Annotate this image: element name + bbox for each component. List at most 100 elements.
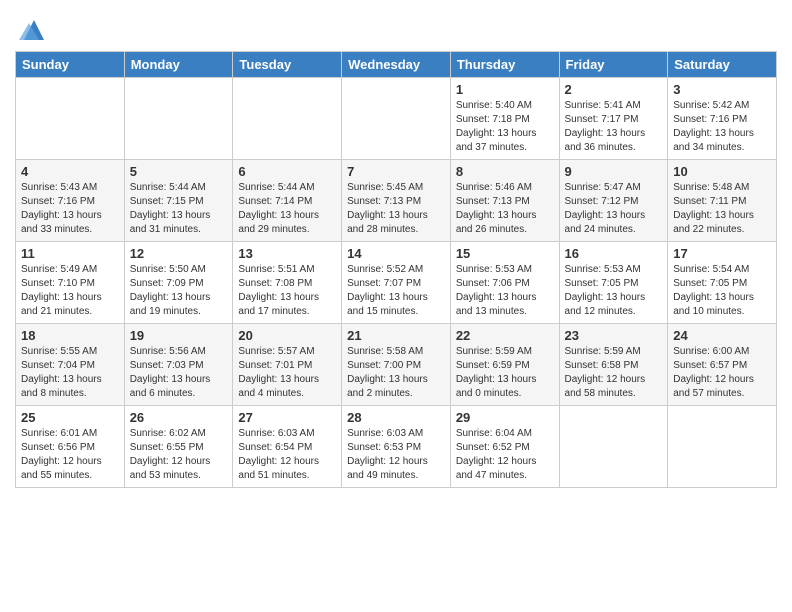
day-number: 27 (238, 410, 336, 425)
day-info: Sunrise: 5:53 AMSunset: 7:06 PMDaylight:… (456, 263, 554, 319)
day-info: Sunrise: 5:51 AMSunset: 7:08 PMDaylight:… (238, 263, 336, 319)
day-number: 4 (21, 164, 119, 179)
day-cell: 16 Sunrise: 5:53 AMSunset: 7:05 PMDayligh… (559, 242, 668, 324)
day-cell: 11 Sunrise: 5:49 AMSunset: 7:10 PMDayligh… (16, 242, 125, 324)
day-info: Sunrise: 5:56 AMSunset: 7:03 PMDaylight:… (130, 345, 228, 401)
day-info: Sunrise: 5:58 AMSunset: 7:00 PMDaylight:… (347, 345, 445, 401)
day-number: 13 (238, 246, 336, 261)
calendar: SundayMondayTuesdayWednesdayThursdayFrid… (15, 51, 777, 488)
day-number: 10 (673, 164, 771, 179)
day-cell: 26 Sunrise: 6:02 AMSunset: 6:55 PMDayligh… (124, 406, 233, 488)
day-number: 12 (130, 246, 228, 261)
day-cell: 19 Sunrise: 5:56 AMSunset: 7:03 PMDayligh… (124, 324, 233, 406)
day-info: Sunrise: 5:48 AMSunset: 7:11 PMDaylight:… (673, 181, 771, 237)
day-info: Sunrise: 5:44 AMSunset: 7:14 PMDaylight:… (238, 181, 336, 237)
day-cell: 20Sunrise: 5:57 AMSunset: 7:01 PMDayligh… (233, 324, 342, 406)
col-header-tuesday: Tuesday (233, 52, 342, 78)
col-header-monday: Monday (124, 52, 233, 78)
day-number: 1 (456, 82, 554, 97)
day-cell: 21 Sunrise: 5:58 AMSunset: 7:00 PMDayligh… (342, 324, 451, 406)
day-info: Sunrise: 5:49 AMSunset: 7:10 PMDaylight:… (21, 263, 119, 319)
day-cell: 9 Sunrise: 5:47 AMSunset: 7:12 PMDaylight… (559, 160, 668, 242)
day-cell (559, 406, 668, 488)
day-number: 11 (21, 246, 119, 261)
day-number: 5 (130, 164, 228, 179)
week-row-3: 11 Sunrise: 5:49 AMSunset: 7:10 PMDayligh… (16, 242, 777, 324)
day-cell: 10 Sunrise: 5:48 AMSunset: 7:11 PMDayligh… (668, 160, 777, 242)
page: SundayMondayTuesdayWednesdayThursdayFrid… (0, 0, 792, 498)
col-header-wednesday: Wednesday (342, 52, 451, 78)
day-cell: 8Sunrise: 5:46 AMSunset: 7:13 PMDaylight… (450, 160, 559, 242)
day-number: 16 (565, 246, 663, 261)
day-info: Sunrise: 5:45 AMSunset: 7:13 PMDaylight:… (347, 181, 445, 237)
day-info: Sunrise: 5:55 AMSunset: 7:04 PMDaylight:… (21, 345, 119, 401)
col-header-saturday: Saturday (668, 52, 777, 78)
header-row: SundayMondayTuesdayWednesdayThursdayFrid… (16, 52, 777, 78)
day-cell: 28Sunrise: 6:03 AMSunset: 6:53 PMDayligh… (342, 406, 451, 488)
day-info: Sunrise: 5:50 AMSunset: 7:09 PMDaylight:… (130, 263, 228, 319)
day-cell (124, 78, 233, 160)
day-cell (668, 406, 777, 488)
week-row-5: 25 Sunrise: 6:01 AMSunset: 6:56 PMDayligh… (16, 406, 777, 488)
day-cell: 18 Sunrise: 5:55 AMSunset: 7:04 PMDayligh… (16, 324, 125, 406)
day-number: 19 (130, 328, 228, 343)
day-cell: 1 Sunrise: 5:40 AMSunset: 7:18 PMDaylight… (450, 78, 559, 160)
day-number: 24 (673, 328, 771, 343)
day-number: 3 (673, 82, 771, 97)
day-number: 2 (565, 82, 663, 97)
day-cell: 15 Sunrise: 5:53 AMSunset: 7:06 PMDayligh… (450, 242, 559, 324)
day-info: Sunrise: 6:02 AMSunset: 6:55 PMDaylight:… (130, 427, 228, 483)
day-cell: 23 Sunrise: 5:59 AMSunset: 6:58 PMDayligh… (559, 324, 668, 406)
day-number: 9 (565, 164, 663, 179)
day-info: Sunrise: 6:03 AMSunset: 6:54 PMDaylight:… (238, 427, 336, 483)
header (15, 10, 777, 45)
day-number: 23 (565, 328, 663, 343)
day-info: Sunrise: 5:44 AMSunset: 7:15 PMDaylight:… (130, 181, 228, 237)
logo-icon (19, 15, 49, 45)
week-row-4: 18 Sunrise: 5:55 AMSunset: 7:04 PMDayligh… (16, 324, 777, 406)
day-info: Sunrise: 5:41 AMSunset: 7:17 PMDaylight:… (565, 99, 663, 155)
col-header-friday: Friday (559, 52, 668, 78)
day-info: Sunrise: 5:57 AMSunset: 7:01 PMDaylight:… (238, 345, 336, 401)
day-cell (342, 78, 451, 160)
day-info: Sunrise: 5:59 AMSunset: 6:59 PMDaylight:… (456, 345, 554, 401)
week-row-1: 1 Sunrise: 5:40 AMSunset: 7:18 PMDaylight… (16, 78, 777, 160)
day-number: 18 (21, 328, 119, 343)
day-info: Sunrise: 5:42 AMSunset: 7:16 PMDaylight:… (673, 99, 771, 155)
day-cell (233, 78, 342, 160)
day-number: 7 (347, 164, 445, 179)
day-cell: 14 Sunrise: 5:52 AMSunset: 7:07 PMDayligh… (342, 242, 451, 324)
day-info: Sunrise: 5:54 AMSunset: 7:05 PMDaylight:… (673, 263, 771, 319)
day-cell: 22 Sunrise: 5:59 AMSunset: 6:59 PMDayligh… (450, 324, 559, 406)
day-info: Sunrise: 5:47 AMSunset: 7:12 PMDaylight:… (565, 181, 663, 237)
day-number: 17 (673, 246, 771, 261)
day-cell: 29Sunrise: 6:04 AMSunset: 6:52 PMDayligh… (450, 406, 559, 488)
day-info: Sunrise: 5:52 AMSunset: 7:07 PMDaylight:… (347, 263, 445, 319)
day-cell: 25 Sunrise: 6:01 AMSunset: 6:56 PMDayligh… (16, 406, 125, 488)
day-info: Sunrise: 5:40 AMSunset: 7:18 PMDaylight:… (456, 99, 554, 155)
day-number: 21 (347, 328, 445, 343)
day-info: Sunrise: 5:59 AMSunset: 6:58 PMDaylight:… (565, 345, 663, 401)
day-number: 15 (456, 246, 554, 261)
day-info: Sunrise: 5:43 AMSunset: 7:16 PMDaylight:… (21, 181, 119, 237)
day-cell: 24 Sunrise: 6:00 AMSunset: 6:57 PMDayligh… (668, 324, 777, 406)
day-number: 14 (347, 246, 445, 261)
day-cell: 4 Sunrise: 5:43 AMSunset: 7:16 PMDaylight… (16, 160, 125, 242)
day-info: Sunrise: 6:04 AMSunset: 6:52 PMDaylight:… (456, 427, 554, 483)
day-cell: 7 Sunrise: 5:45 AMSunset: 7:13 PMDaylight… (342, 160, 451, 242)
day-info: Sunrise: 6:01 AMSunset: 6:56 PMDaylight:… (21, 427, 119, 483)
day-info: Sunrise: 5:53 AMSunset: 7:05 PMDaylight:… (565, 263, 663, 319)
col-header-sunday: Sunday (16, 52, 125, 78)
day-cell: 13 Sunrise: 5:51 AMSunset: 7:08 PMDayligh… (233, 242, 342, 324)
logo (15, 15, 49, 45)
day-number: 6 (238, 164, 336, 179)
day-number: 26 (130, 410, 228, 425)
day-info: Sunrise: 6:00 AMSunset: 6:57 PMDaylight:… (673, 345, 771, 401)
day-number: 25 (21, 410, 119, 425)
col-header-thursday: Thursday (450, 52, 559, 78)
day-number: 22 (456, 328, 554, 343)
day-cell: 27 Sunrise: 6:03 AMSunset: 6:54 PMDayligh… (233, 406, 342, 488)
day-cell (16, 78, 125, 160)
day-number: 8 (456, 164, 554, 179)
day-cell: 2 Sunrise: 5:41 AMSunset: 7:17 PMDaylight… (559, 78, 668, 160)
